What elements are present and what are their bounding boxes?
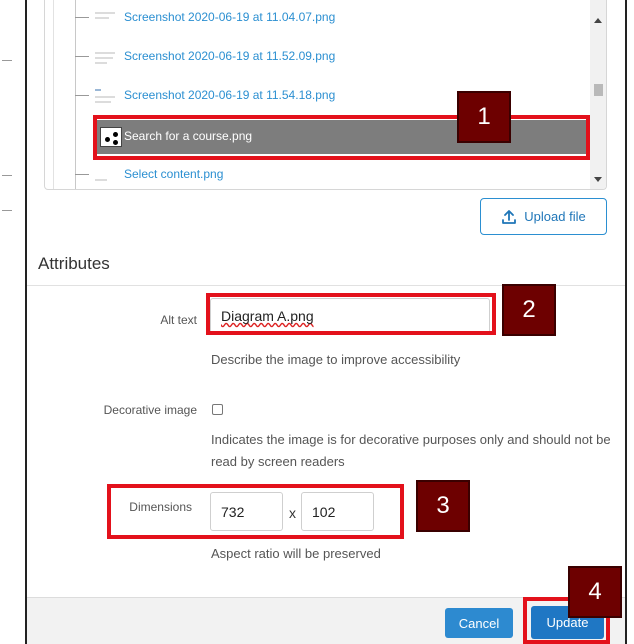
file-name: Select content.png	[124, 167, 224, 181]
file-item[interactable]: Select content.png	[45, 158, 589, 189]
file-name: Screenshot 2020-06-19 at 11.04.07.png	[124, 10, 336, 24]
file-list-scrollbar[interactable]	[590, 0, 606, 189]
upload-icon	[502, 209, 517, 224]
decorative-image-checkbox[interactable]	[212, 404, 223, 415]
image-properties-dialog: Screenshot 2020-06-19 at 11.04.07.png Sc…	[27, 0, 625, 644]
alt-text-label: Alt text	[160, 313, 197, 327]
file-thumbnail-icon	[95, 86, 117, 106]
scrollbar-thumb[interactable]	[594, 84, 603, 96]
file-thumbnail-icon	[95, 8, 117, 28]
annotation-box-3	[107, 484, 404, 539]
file-item[interactable]: Screenshot 2020-06-19 at 11.04.07.png	[45, 1, 589, 35]
annotation-badge-2: 2	[502, 284, 556, 336]
file-thumbnail-icon	[95, 165, 117, 185]
decorative-image-help: Indicates the image is for decorative pu…	[211, 432, 611, 469]
decorative-image-label: Decorative image	[103, 403, 197, 417]
file-name: Screenshot 2020-06-19 at 11.52.09.png	[124, 49, 336, 63]
file-item[interactable]: Screenshot 2020-06-19 at 11.52.09.png	[45, 40, 589, 74]
attributes-heading: Attributes	[38, 254, 110, 273]
file-browser-list: Screenshot 2020-06-19 at 11.04.07.png Sc…	[44, 0, 607, 190]
file-name: Screenshot 2020-06-19 at 11.54.18.png	[124, 88, 336, 102]
left-window-edge	[0, 0, 27, 644]
scroll-up-arrow-icon[interactable]	[594, 18, 602, 23]
scroll-down-arrow-icon[interactable]	[594, 177, 602, 182]
upload-file-label: Upload file	[524, 209, 586, 224]
annotation-box-1	[93, 115, 590, 160]
alt-text-help: Describe the image to improve accessibil…	[211, 352, 461, 367]
cancel-button[interactable]: Cancel	[445, 608, 513, 638]
annotation-badge-1: 1	[457, 91, 511, 143]
right-window-edge	[625, 0, 634, 644]
dimensions-help: Aspect ratio will be preserved	[211, 546, 381, 561]
annotation-box-2	[206, 293, 496, 335]
upload-file-button[interactable]: Upload file	[480, 198, 607, 235]
annotation-badge-4: 4	[568, 566, 622, 618]
file-thumbnail-icon	[95, 47, 117, 67]
annotation-badge-3: 3	[416, 480, 470, 532]
